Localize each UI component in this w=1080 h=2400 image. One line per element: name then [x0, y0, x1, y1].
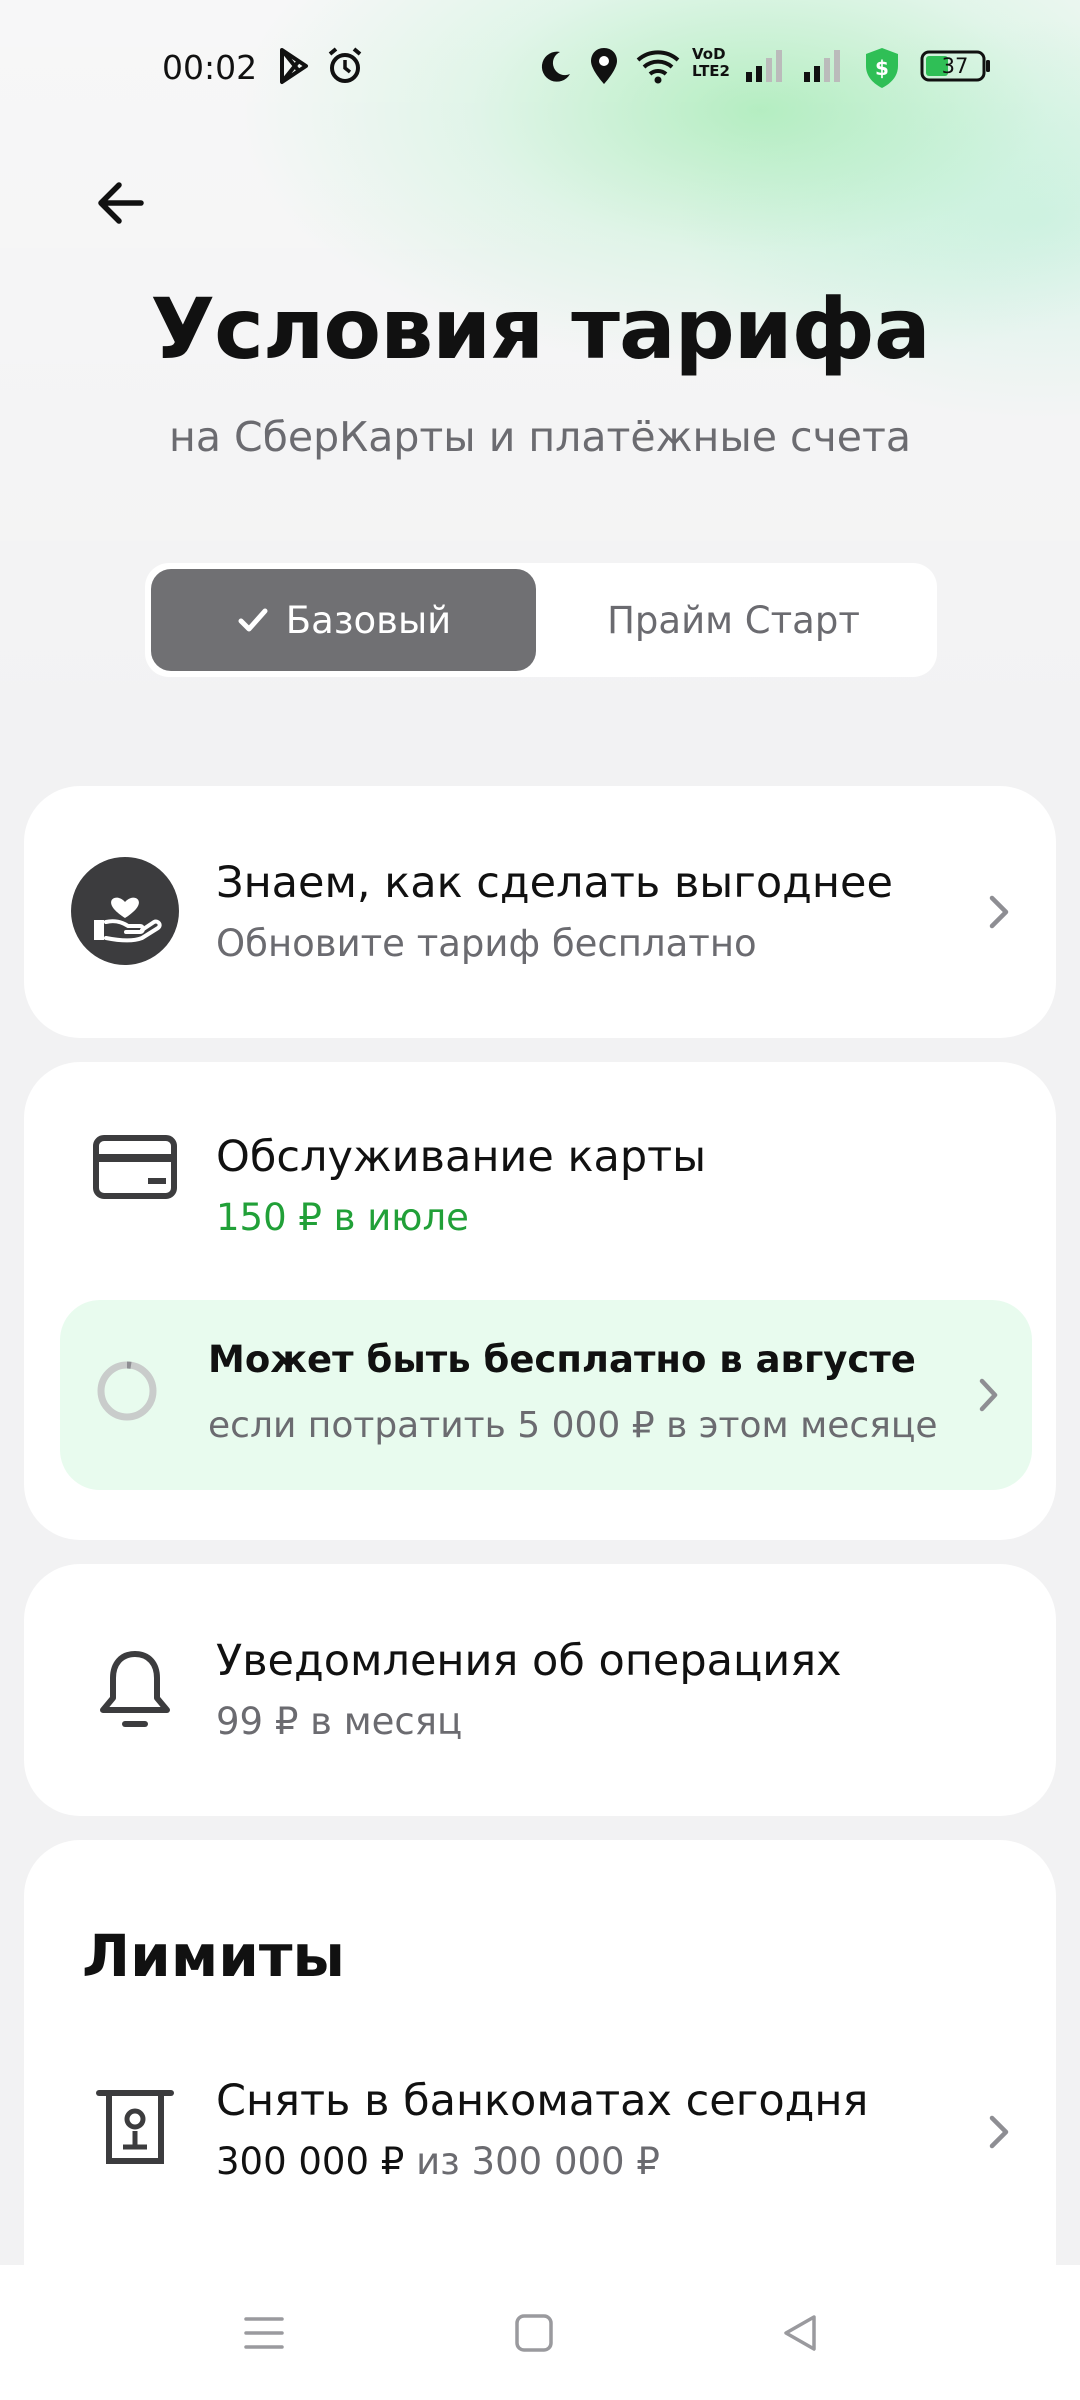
card-service-price: 150 ₽ в июле	[216, 1196, 469, 1239]
limits-section-title: Лимиты	[82, 1922, 345, 1990]
back-nav-button[interactable]	[770, 2303, 830, 2363]
system-nav-bar	[0, 2265, 1080, 2400]
chevron-right-icon	[972, 1375, 1006, 1415]
svg-text:$: $	[875, 56, 889, 80]
menu-nav-button[interactable]	[234, 2303, 294, 2363]
promo-title: Может быть бесплатно в августе	[208, 1338, 916, 1381]
square-icon	[515, 2314, 553, 2352]
home-nav-button[interactable]	[504, 2303, 564, 2363]
card-service-title: Обслуживание карты	[216, 1132, 707, 1182]
atm-limit-value: 300 000 ₽ из 300 000 ₽	[216, 2140, 660, 2183]
upgrade-subtitle: Обновите тариф бесплатно	[216, 922, 757, 965]
card-service-card: Обслуживание карты 150 ₽ в июле Может бы…	[24, 1062, 1056, 1540]
wifi-icon	[634, 46, 682, 86]
play-store-icon	[276, 46, 312, 86]
promo-subtitle: если потратить 5 000 ₽ в этом месяце	[208, 1405, 938, 1446]
atm-limit-title: Снять в банкоматах сегодня	[216, 2076, 869, 2126]
volte-icon: VoD LTE2	[692, 45, 730, 80]
notifications-card: Уведомления об операциях 99 ₽ в месяц	[24, 1564, 1056, 1816]
heart-hand-icon	[70, 856, 180, 966]
chevron-right-icon[interactable]	[982, 2112, 1016, 2152]
tab-basic-label: Базовый	[285, 598, 452, 642]
free-next-month-promo[interactable]: Может быть бесплатно в августе если потр…	[60, 1300, 1032, 1490]
moon-icon	[538, 46, 574, 86]
upgrade-title: Знаем, как сделать выгоднее	[216, 858, 893, 908]
checkmark-icon	[236, 603, 270, 637]
menu-icon	[244, 2317, 284, 2349]
atm-limit-total: из 300 000 ₽	[416, 2140, 660, 2183]
atm-limit-available: 300 000 ₽	[216, 2140, 405, 2183]
alarm-icon	[326, 46, 364, 86]
credit-card-icon	[80, 1112, 190, 1222]
back-button[interactable]	[78, 160, 164, 246]
signal-icon	[744, 46, 788, 86]
atm-icon	[80, 2072, 190, 2182]
battery-level: 37	[941, 54, 969, 78]
page-title: Условия тарифа	[150, 280, 930, 378]
tariff-switcher: Базовый Прайм Старт	[145, 563, 937, 677]
status-time: 00:02	[162, 48, 258, 87]
notifications-price: 99 ₽ в месяц	[216, 1700, 463, 1743]
page-subtitle: на СберКарты и платёжные счета	[169, 413, 911, 461]
triangle-back-icon	[784, 2315, 816, 2351]
arrow-left-icon	[98, 182, 144, 224]
signal-icon	[802, 46, 846, 86]
spending-progress-ring	[97, 1361, 157, 1421]
notifications-title: Уведомления об операциях	[216, 1636, 842, 1686]
location-icon	[588, 46, 620, 86]
tab-basic[interactable]: Базовый	[151, 569, 536, 671]
chevron-right-icon	[982, 892, 1016, 932]
bell-icon	[80, 1636, 190, 1746]
tab-prime-start[interactable]: Прайм Старт	[536, 569, 931, 671]
tab-prime-start-label: Прайм Старт	[607, 598, 860, 642]
upgrade-card[interactable]: Знаем, как сделать выгоднее Обновите тар…	[24, 786, 1056, 1038]
shield-dollar-icon: $	[862, 46, 902, 88]
status-bar: 00:02 VoD LTE2 $ 37	[0, 0, 1080, 135]
